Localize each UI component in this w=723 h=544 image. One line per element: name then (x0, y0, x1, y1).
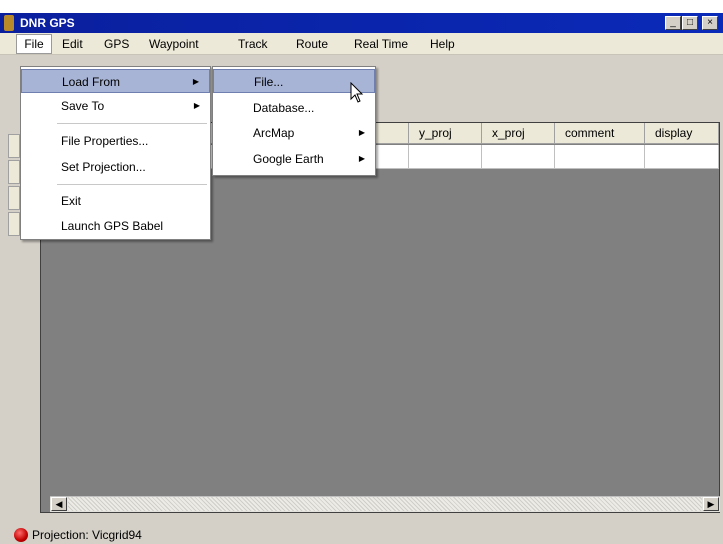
file-menu: Load From ▶ Save To ▶ File Properties...… (20, 66, 211, 240)
column-header-x-proj[interactable]: x_proj (482, 123, 555, 144)
menu-item-launch-gps-babel[interactable]: Launch GPS Babel (21, 214, 210, 238)
grid-cell[interactable] (645, 145, 719, 169)
menu-waypoint[interactable]: Waypoint (149, 37, 199, 51)
menu-item-load-from[interactable]: Load From ▶ (21, 69, 210, 93)
window-title: DNR GPS (20, 16, 75, 30)
menu-item-set-projection[interactable]: Set Projection... (21, 155, 210, 179)
menu-file[interactable]: File (16, 34, 52, 54)
app-icon (4, 15, 14, 31)
side-tab[interactable] (8, 160, 20, 184)
menu-item-label: ArcMap (253, 126, 295, 140)
side-tab[interactable] (8, 212, 20, 236)
menu-item-arcmap[interactable]: ArcMap ▶ (213, 121, 375, 145)
side-tab[interactable] (8, 134, 20, 158)
column-header-display[interactable]: display (645, 123, 719, 144)
scroll-left-button[interactable]: ◀ (51, 497, 67, 511)
side-tab[interactable] (8, 186, 20, 210)
minimize-button[interactable]: _ (665, 16, 681, 30)
column-header-comment[interactable]: comment (555, 123, 645, 144)
menu-item-label: Launch GPS Babel (61, 219, 164, 233)
menu-track[interactable]: Track (238, 37, 268, 51)
menu-separator (57, 184, 207, 185)
menu-item-label: Database... (253, 101, 315, 115)
menu-item-label: File... (254, 75, 284, 89)
menu-item-label: File Properties... (61, 134, 149, 148)
menu-separator (57, 123, 207, 124)
scroll-right-button[interactable]: ▶ (703, 497, 719, 511)
menu-route[interactable]: Route (296, 37, 328, 51)
menu-item-label: Exit (61, 194, 82, 208)
menu-item-file-properties[interactable]: File Properties... (21, 129, 210, 153)
title-bar (0, 13, 723, 33)
grid-cell[interactable] (409, 145, 482, 169)
menu-item-label: Set Projection... (61, 160, 146, 174)
menu-item-label: Save To (61, 99, 105, 113)
submenu-arrow-icon: ▶ (193, 101, 200, 110)
mouse-cursor-icon (350, 82, 364, 103)
menu-help[interactable]: Help (430, 37, 455, 51)
scrollbar-track[interactable] (68, 497, 702, 511)
status-indicator-icon (14, 528, 28, 542)
menu-real-time[interactable]: Real Time (354, 37, 408, 51)
menu-edit[interactable]: Edit (62, 37, 83, 51)
menu-gps[interactable]: GPS (104, 37, 129, 51)
maximize-button[interactable]: □ (682, 16, 698, 30)
column-header-y-proj[interactable]: y_proj (409, 123, 482, 144)
menu-item-exit[interactable]: Exit (21, 189, 210, 213)
menu-item-label: Load From (62, 75, 121, 89)
menu-item-save-to[interactable]: Save To ▶ (21, 94, 210, 118)
status-text: Projection: Vicgrid94 (32, 528, 142, 542)
grid-cell[interactable] (482, 145, 555, 169)
grid-cell[interactable] (555, 145, 645, 169)
submenu-arrow-icon: ▶ (358, 128, 365, 137)
close-button[interactable]: × (702, 16, 718, 30)
menu-item-label: Google Earth (253, 152, 324, 166)
menu-item-google-earth[interactable]: Google Earth ▶ (213, 147, 375, 171)
submenu-arrow-icon: ▶ (358, 154, 365, 163)
submenu-arrow-icon: ▶ (192, 77, 199, 86)
